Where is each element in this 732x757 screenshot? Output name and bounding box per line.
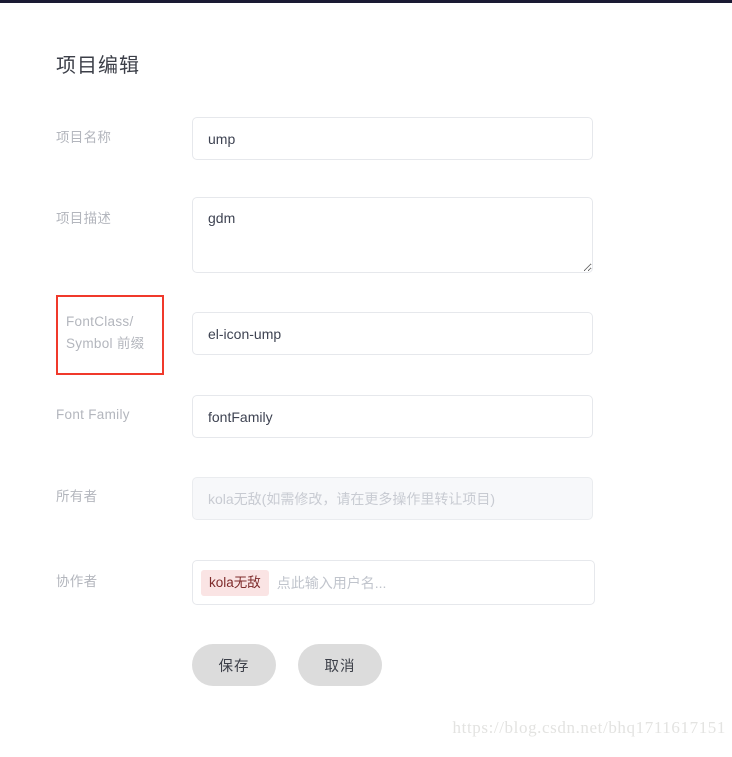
collaborator-tag[interactable]: kola无敌 <box>201 569 269 596</box>
page-title: 项目编辑 <box>56 55 140 77</box>
project-description-textarea[interactable]: gdm <box>192 197 593 273</box>
label-project-name: 项目名称 <box>56 130 112 145</box>
label-fontclass-prefix: FontClass/ Symbol 前缀 <box>66 311 162 355</box>
form-actions: 保存 取消 <box>192 644 382 686</box>
fontclass-prefix-input[interactable] <box>192 312 593 355</box>
label-fontclass-prefix-line1: FontClass/ <box>66 314 134 329</box>
save-button[interactable]: 保存 <box>192 644 276 686</box>
label-collaborators: 协作者 <box>56 574 98 589</box>
project-edit-page: 项目编辑 项目名称 项目描述 gdm FontClass/ Symbol 前缀 … <box>0 0 732 757</box>
owner-input <box>192 477 593 520</box>
label-fontclass-prefix-line2: Symbol 前缀 <box>66 336 145 351</box>
project-name-input[interactable] <box>192 117 593 160</box>
watermark: https://blog.csdn.net/bhq1711617151 <box>452 718 726 737</box>
label-owner: 所有者 <box>56 489 98 504</box>
collaborator-search-input[interactable] <box>276 574 586 591</box>
font-family-input[interactable] <box>192 395 593 438</box>
cancel-button[interactable]: 取消 <box>298 644 382 686</box>
label-project-description: 项目描述 <box>56 211 112 226</box>
label-font-family: Font Family <box>56 407 130 422</box>
collaborators-tag-input[interactable]: kola无敌 <box>192 560 595 605</box>
